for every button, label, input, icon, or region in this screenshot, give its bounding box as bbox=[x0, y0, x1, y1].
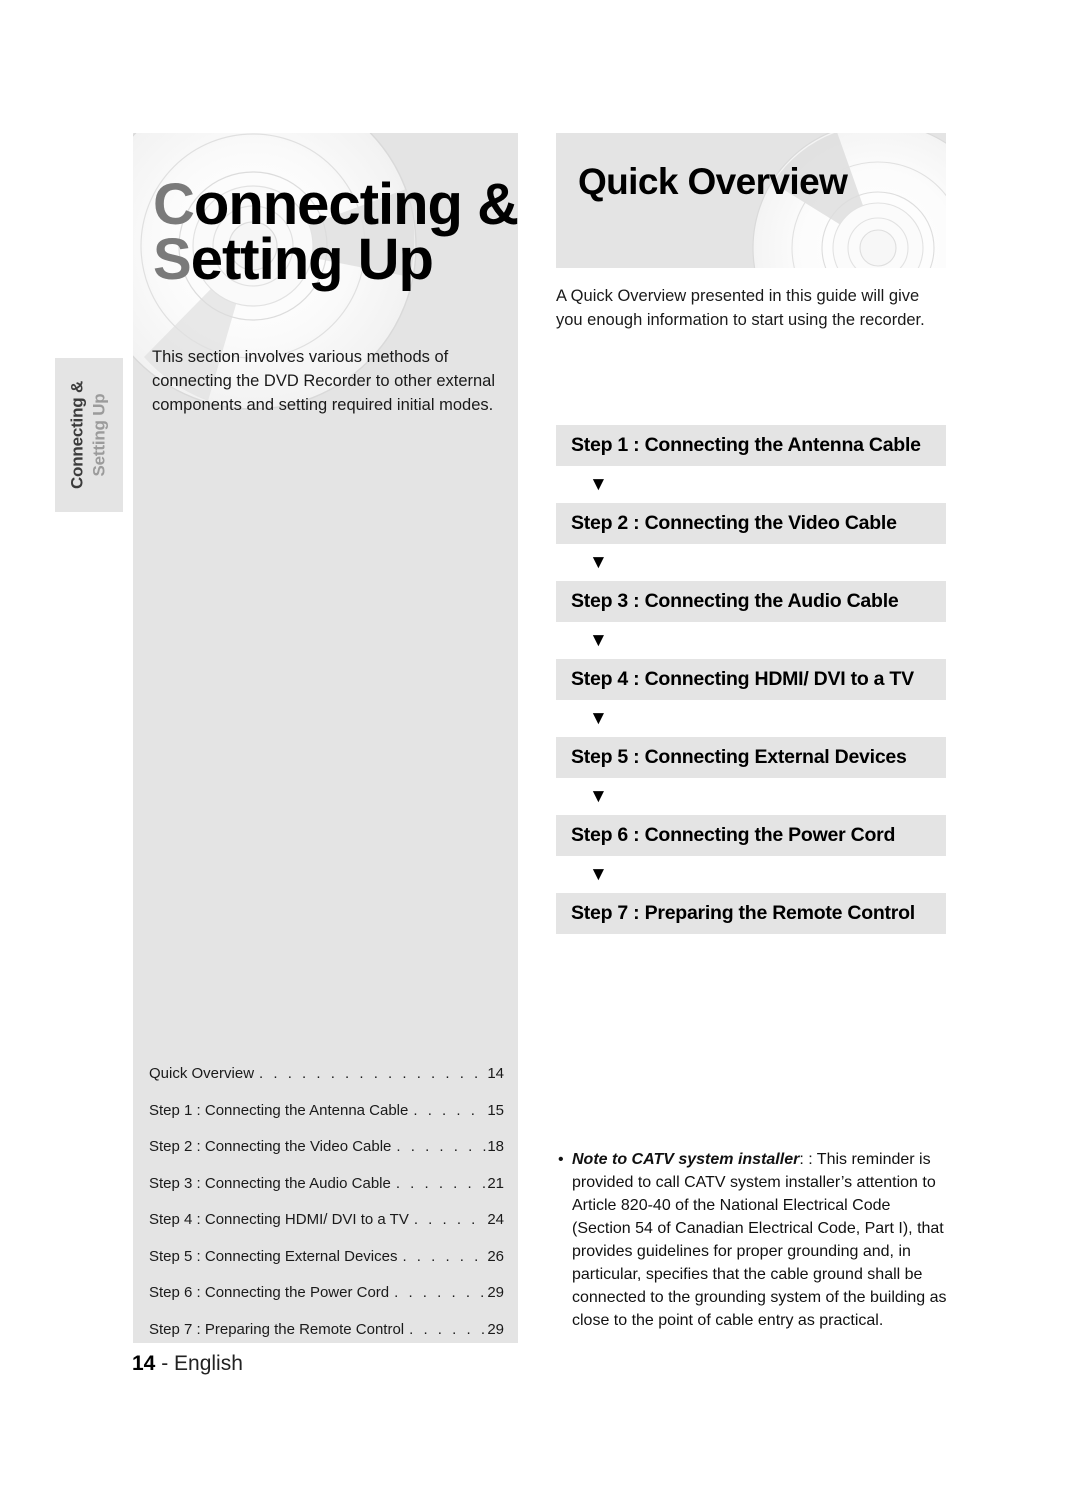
toc-page-number: 29 bbox=[487, 1284, 504, 1301]
page-footer: 14 - English bbox=[132, 1352, 243, 1376]
toc-row[interactable]: Step 5 : Connecting External Devices . .… bbox=[149, 1248, 504, 1265]
chapter-title: Connecting & Setting Up bbox=[153, 172, 518, 293]
toc-row[interactable]: Step 4 : Connecting HDMI/ DVI to a TV . … bbox=[149, 1211, 504, 1228]
toc-label: Step 4 : Connecting HDMI/ DVI to a TV bbox=[149, 1211, 409, 1228]
step-label: Step 7 : Preparing the Remote Control bbox=[571, 902, 915, 924]
toc-page-number: 21 bbox=[487, 1174, 504, 1192]
toc-page-number: 14 bbox=[487, 1065, 504, 1082]
step-label: Step 6 : Connecting the Power Cord bbox=[571, 824, 896, 846]
step-label: Step 4 : Connecting HDMI/ DVI to a TV bbox=[571, 668, 914, 690]
step-label: Step 5 : Connecting External Devices bbox=[571, 746, 907, 768]
side-tab-label: Connecting & Setting Up bbox=[67, 360, 112, 510]
footer-language: English bbox=[174, 1352, 243, 1375]
toc-leader-dots: . . . . . . . . . . . . . . . . . . . . … bbox=[413, 1211, 486, 1228]
quick-overview-column: Quick Overview A Quick Overview presente… bbox=[556, 133, 946, 1329]
toc-row[interactable]: Step 7 : Preparing the Remote Control . … bbox=[149, 1321, 504, 1338]
toc-row[interactable]: Step 6 : Connecting the Power Cord . . .… bbox=[149, 1284, 504, 1301]
step-box-2[interactable]: Step 2 : Connecting the Video Cable bbox=[556, 503, 946, 544]
footer-separator: - bbox=[155, 1352, 175, 1375]
section-side-tab: Connecting & Setting Up bbox=[55, 358, 123, 512]
toc-page-number: 29 bbox=[487, 1320, 504, 1338]
toc-row[interactable]: Step 1 : Connecting the Antenna Cable . … bbox=[149, 1102, 504, 1119]
toc-label: Quick Overview bbox=[149, 1065, 255, 1082]
side-tab-label-line1: Connecting & bbox=[67, 380, 87, 490]
toc-leader-dots: . . . . . . . . . . . . . . . . . . . . … bbox=[259, 1065, 486, 1082]
flow-arrow-down-icon: ▼ bbox=[589, 474, 608, 495]
chapter-title-line1: Connecting & bbox=[153, 172, 518, 237]
steps-flow: Step 1 : Connecting the Antenna Cable ▼ … bbox=[556, 425, 946, 934]
step-label: Step 1 : Connecting the Antenna Cable bbox=[571, 434, 921, 456]
step-box-6[interactable]: Step 6 : Connecting the Power Cord bbox=[556, 815, 946, 856]
chapter-description: This section involves various methods of… bbox=[152, 348, 496, 414]
step-box-3[interactable]: Step 3 : Connecting the Audio Cable bbox=[556, 581, 946, 622]
catv-installer-note: • Note to CATV system installer: : This … bbox=[556, 1148, 952, 1332]
flow-arrow-down-icon: ▼ bbox=[589, 552, 608, 573]
toc-label: Step 3 : Connecting the Audio Cable bbox=[149, 1174, 391, 1192]
step-box-4[interactable]: Step 4 : Connecting HDMI/ DVI to a TV bbox=[556, 659, 946, 700]
toc-page-number: 15 bbox=[487, 1101, 504, 1119]
catv-note-body: Note to CATV system installer: : This re… bbox=[556, 1148, 952, 1332]
step-label: Step 2 : Connecting the Video Cable bbox=[571, 512, 897, 534]
catv-note-lead: Note to CATV system installer bbox=[572, 1151, 800, 1168]
toc-leader-dots: . . . . . . . . . . . . . . . . . . . . … bbox=[394, 1284, 486, 1301]
table-of-contents: Quick Overview . . . . . . . . . . . . .… bbox=[149, 1065, 504, 1343]
toc-label: Step 2 : Connecting the Video Cable bbox=[149, 1138, 392, 1155]
chapter-intro-panel: Connecting & Setting Up This section inv… bbox=[133, 133, 518, 1343]
flow-arrow-down-icon: ▼ bbox=[589, 786, 608, 807]
quick-overview-title: Quick Overview bbox=[578, 161, 848, 202]
flow-arrow-down-icon: ▼ bbox=[589, 864, 608, 885]
flow-arrow-down-icon: ▼ bbox=[589, 630, 608, 651]
step-label: Step 3 : Connecting the Audio Cable bbox=[571, 590, 899, 612]
chapter-title-line2: Setting Up bbox=[153, 227, 434, 293]
toc-label: Step 6 : Connecting the Power Cord bbox=[149, 1284, 390, 1301]
toc-page-number: 24 bbox=[487, 1211, 504, 1228]
catv-note-text: : : This reminder is provided to call CA… bbox=[572, 1151, 947, 1330]
toc-row[interactable]: Step 3 : Connecting the Audio Cable . . … bbox=[149, 1175, 504, 1192]
toc-label: Step 1 : Connecting the Antenna Cable bbox=[149, 1101, 409, 1119]
toc-leader-dots: . . . . . . . . . . . . . . . . . . . . … bbox=[409, 1320, 486, 1338]
footer-page-number: 14 bbox=[132, 1352, 156, 1375]
quick-overview-header: Quick Overview bbox=[556, 133, 946, 268]
chapter-title-line2-text: etting Up bbox=[190, 227, 434, 293]
side-tab-label-line2: Setting Up bbox=[90, 393, 109, 477]
toc-row[interactable]: Quick Overview . . . . . . . . . . . . .… bbox=[149, 1065, 504, 1082]
toc-leader-dots: . . . . . . . . . . . . . . . . . . . . … bbox=[395, 1174, 486, 1192]
step-box-5[interactable]: Step 5 : Connecting External Devices bbox=[556, 737, 946, 778]
toc-label: Step 7 : Preparing the Remote Control bbox=[149, 1320, 405, 1338]
toc-label: Step 5 : Connecting External Devices bbox=[149, 1247, 398, 1265]
toc-page-number: 26 bbox=[487, 1247, 504, 1265]
quick-overview-description: A Quick Overview presented in this guide… bbox=[556, 287, 925, 329]
flow-arrow-down-icon: ▼ bbox=[589, 708, 608, 729]
step-box-1[interactable]: Step 1 : Connecting the Antenna Cable bbox=[556, 425, 946, 466]
toc-leader-dots: . . . . . . . . . . . . . . . . . . . . … bbox=[396, 1138, 486, 1155]
step-box-7[interactable]: Step 7 : Preparing the Remote Control bbox=[556, 893, 946, 934]
toc-leader-dots: . . . . . . . . . . . . . . . . . . . . … bbox=[413, 1101, 486, 1119]
bullet-icon: • bbox=[558, 1151, 564, 1168]
toc-page-number: 18 bbox=[487, 1138, 504, 1155]
toc-row[interactable]: Step 2 : Connecting the Video Cable . . … bbox=[149, 1138, 504, 1155]
toc-leader-dots: . . . . . . . . . . . . . . . . . . . . … bbox=[402, 1247, 486, 1265]
